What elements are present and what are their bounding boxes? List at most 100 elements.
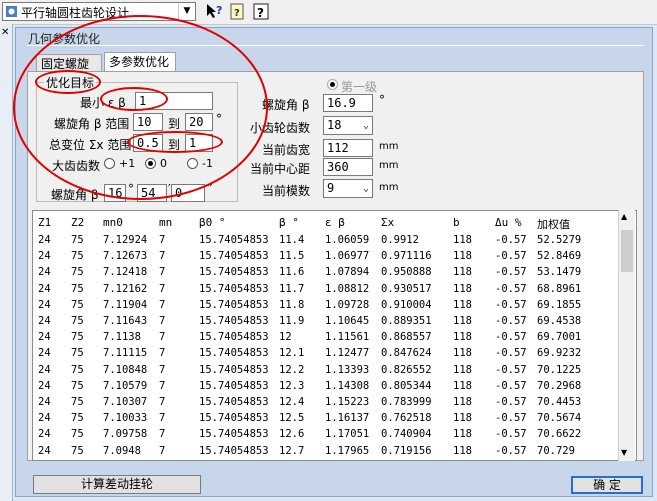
table-cell: 7 xyxy=(159,428,166,441)
table-cell: 75 xyxy=(71,315,84,327)
table-cell: -0.57 xyxy=(495,379,527,392)
table-cell: 7 xyxy=(159,331,166,344)
table-cell: 7.12673 xyxy=(103,250,148,263)
table-cell: 24 xyxy=(38,315,51,327)
table-cell: 1.06977 xyxy=(325,250,370,263)
table-cell: 7 xyxy=(159,363,166,376)
table-row[interactable]: 24 75 7.09758 7 15.74054853 12.6 1.17051 0.7409… xyxy=(33,428,619,444)
table-cell: 15.74054853 xyxy=(199,298,269,311)
table-cell: 0.740904 xyxy=(381,428,432,441)
table-cell: -0.57 xyxy=(495,412,527,425)
table-cell: 15.74054853 xyxy=(199,266,269,279)
table-row[interactable]: 24 75 7.10848 7 15.74054853 12.2 1.13393 0.8265… xyxy=(33,364,619,380)
table-cell: 75 xyxy=(71,379,84,392)
table-cell: 75 xyxy=(71,363,84,376)
table-cell: 12.7 xyxy=(279,444,305,457)
table-cell: 24 xyxy=(38,379,51,392)
close-icon[interactable]: ✕ xyxy=(1,27,9,38)
table-cell: 69.4538 xyxy=(537,315,582,327)
table-cell: 1.07894 xyxy=(325,266,370,279)
table-cell: 7.11904 xyxy=(103,298,148,311)
table-row[interactable]: 24 75 7.10579 7 15.74054853 12.3 1.14308 0.8053… xyxy=(33,380,619,396)
table-row[interactable]: 24 75 7.12162 7 15.74054853 11.7 1.08812 0.9305… xyxy=(33,283,619,299)
scroll-down-icon[interactable]: ▼ xyxy=(621,448,627,457)
table-cell: 118 xyxy=(453,396,472,408)
table-cell: 24 xyxy=(38,282,51,295)
right-helix-input[interactable]: 16.9 xyxy=(323,94,373,112)
table-cell: 75 xyxy=(71,396,84,408)
scroll-up-icon[interactable]: ▲ xyxy=(621,212,627,221)
context-help-icon[interactable]: ? xyxy=(205,2,223,21)
table-cell: -0.57 xyxy=(495,444,527,457)
table-cell: 7 xyxy=(159,282,166,295)
table-cell: 24 xyxy=(38,250,51,263)
table-cell: 7 xyxy=(159,315,166,327)
table-row[interactable]: 24 75 7.12418 7 15.74054853 11.6 1.07894 0.9508… xyxy=(33,266,619,282)
table-cell: 12 xyxy=(279,331,292,344)
table-row[interactable]: 24 75 7.1138 7 15.74054853 12 1.11561 0.868557 1… xyxy=(33,331,619,347)
table-cell: 0.910004 xyxy=(381,298,432,311)
table-cell: 53.1479 xyxy=(537,266,582,279)
table-cell: 1.17965 xyxy=(325,444,370,457)
notes-icon[interactable]: ? xyxy=(228,2,246,21)
table-cell: 69.1855 xyxy=(537,298,582,311)
table-cell: 70.729 xyxy=(537,444,575,457)
table-cell: 11.9 xyxy=(279,315,305,327)
right-helix-unit: ° xyxy=(379,93,385,107)
table-cell: 15.74054853 xyxy=(199,315,269,327)
table-cell: 69.9232 xyxy=(537,347,582,360)
face-width-label: 当前齿宽 xyxy=(262,143,311,157)
table-row[interactable]: 24 75 7.12673 7 15.74054853 11.5 1.06977 0.9711… xyxy=(33,250,619,266)
table-cell: 24 xyxy=(38,298,51,311)
table-row[interactable]: 24 75 7.11643 7 15.74054853 11.9 1.10645 0.8893… xyxy=(33,315,619,331)
table-cell: 15.74054853 xyxy=(199,234,269,246)
table-header-cell: β0 ° xyxy=(199,216,226,229)
table-cell: 11.5 xyxy=(279,250,305,263)
table-cell: 11.8 xyxy=(279,298,305,311)
table-cell: 0.930517 xyxy=(381,282,432,295)
results-table: Z1 Z2 mn0 mn β0 ° β ° ε β Σx b Δu % 加权值 24 75 7.1292… xyxy=(32,210,637,461)
table-cell: 0.950888 xyxy=(381,266,432,279)
table-cell: 70.4453 xyxy=(537,396,582,408)
table-row[interactable]: 24 75 7.0948 7 15.74054853 12.7 1.17965 0.71915… xyxy=(33,444,619,460)
gear-icon xyxy=(6,6,17,17)
module-label: 当前模数 xyxy=(262,184,311,198)
chevron-down-icon: ▼ xyxy=(178,3,195,20)
table-row[interactable]: 24 75 7.11115 7 15.74054853 12.1 1.12477 0.8476… xyxy=(33,347,619,363)
module-select-current[interactable]: 9 ⌄ xyxy=(323,179,373,198)
table-cell: 70.1225 xyxy=(537,363,582,376)
table-cell: 15.74054853 xyxy=(199,363,269,376)
table-cell: -0.57 xyxy=(495,396,527,408)
table-cell: 0.889351 xyxy=(381,315,432,327)
table-row[interactable]: 24 75 7.10307 7 15.74054853 12.4 1.15223 0.7839… xyxy=(33,396,619,412)
red-annotation-shift xyxy=(127,131,223,153)
table-row[interactable]: 24 75 7.11904 7 15.74054853 11.8 1.09728 0.9100… xyxy=(33,299,619,315)
table-cell: 12.2 xyxy=(279,363,305,376)
table-row[interactable]: 24 75 7.12924 7 15.74054853 11.4 1.06059 0.9912… xyxy=(33,234,619,250)
table-cell: 7.10307 xyxy=(103,396,148,408)
table-cell: 1.15223 xyxy=(325,396,370,408)
table-cell: 0.847624 xyxy=(381,347,432,360)
table-cell: 75 xyxy=(71,412,84,425)
table-cell: 118 xyxy=(453,315,472,327)
table-cell: 24 xyxy=(38,444,51,457)
table-cell: 7.10579 xyxy=(103,379,148,392)
face-width-input[interactable]: 112 xyxy=(323,139,373,157)
stage-label: 第一级 xyxy=(341,80,378,94)
scroll-thumb[interactable] xyxy=(621,230,633,272)
table-cell: 1.17051 xyxy=(325,428,370,441)
table-header-cell: 加权值 xyxy=(537,218,570,231)
center-distance-input[interactable]: 360 xyxy=(323,158,373,176)
calc-differential-button[interactable]: 计算差动挂轮 xyxy=(33,475,201,494)
pinion-teeth-select[interactable]: 18 ⌄ xyxy=(323,116,373,135)
table-cell: 75 xyxy=(71,347,84,360)
table-cell: 1.06059 xyxy=(325,234,370,246)
help-icon[interactable]: ? xyxy=(252,2,270,21)
ok-button[interactable]: 确 定 xyxy=(571,476,643,494)
table-cell: -0.57 xyxy=(495,250,527,263)
table-row[interactable]: 24 75 7.10033 7 15.74054853 12.5 1.16137 0.7625… xyxy=(33,412,619,428)
table-cell: 7.12924 xyxy=(103,234,148,246)
table-cell: 0.868557 xyxy=(381,331,432,344)
vertical-scrollbar[interactable]: ▲ ▼ xyxy=(618,210,635,461)
table-cell: 7 xyxy=(159,234,166,246)
